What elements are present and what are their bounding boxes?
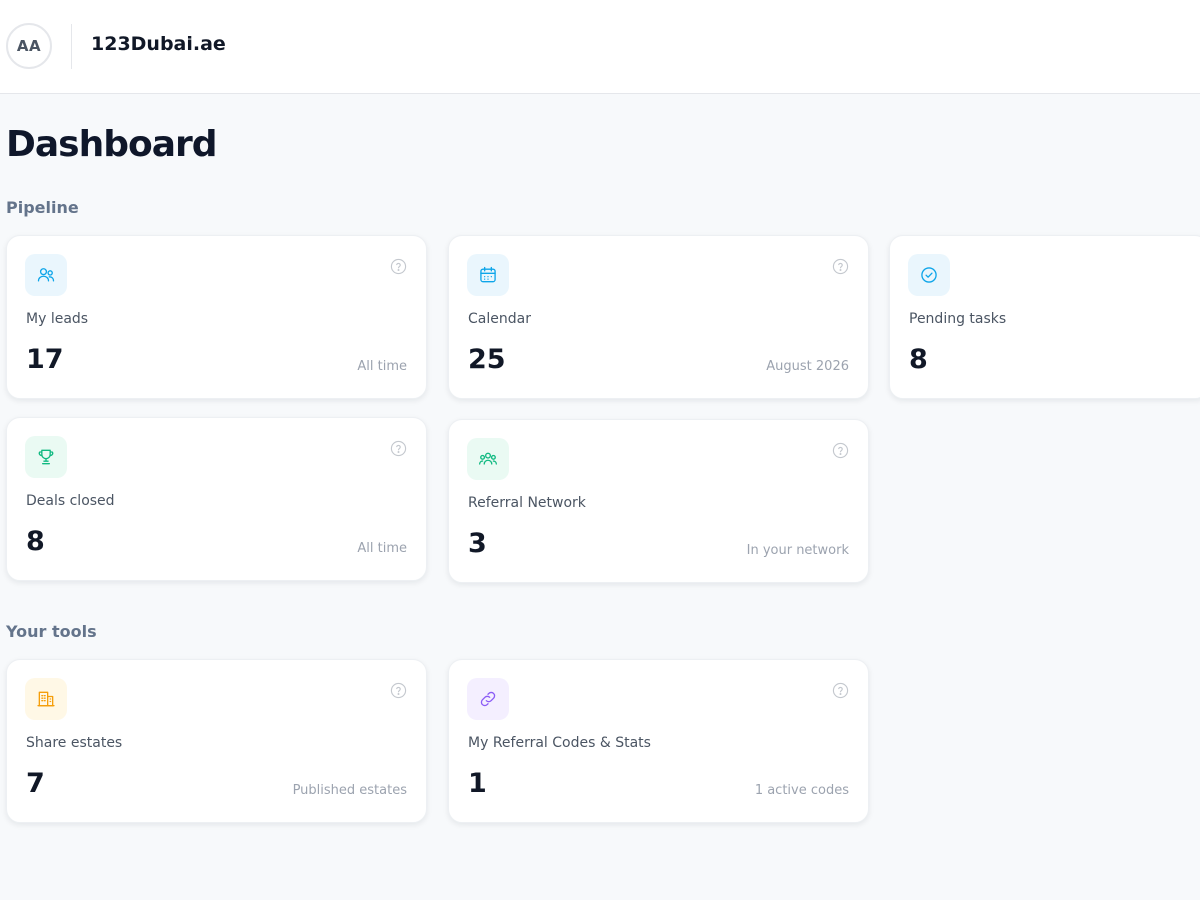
card-pending-tasks[interactable]: Pending tasks 8 bbox=[889, 235, 1200, 399]
card-value: 8 bbox=[26, 526, 45, 557]
help-icon[interactable] bbox=[832, 442, 849, 459]
card-subtitle: 1 active codes bbox=[754, 783, 849, 798]
calendar-icon bbox=[467, 254, 509, 296]
card-referral-network[interactable]: Referral Network 3 In your network bbox=[448, 419, 869, 583]
help-icon[interactable] bbox=[832, 682, 849, 699]
card-subtitle: All time bbox=[357, 359, 407, 374]
card-subtitle: All time bbox=[357, 541, 407, 556]
card-subtitle: Published estates bbox=[292, 783, 407, 798]
card-label: Deals closed bbox=[26, 493, 115, 509]
card-label: Referral Network bbox=[468, 495, 586, 511]
help-icon[interactable] bbox=[390, 258, 407, 275]
brand-name[interactable]: 123Dubai.ae bbox=[91, 33, 226, 55]
card-value: 3 bbox=[468, 528, 487, 559]
card-subtitle: August 2026 bbox=[766, 359, 849, 374]
users-icon bbox=[25, 254, 67, 296]
link-icon bbox=[467, 678, 509, 720]
trophy-icon bbox=[25, 436, 67, 478]
header-divider bbox=[71, 24, 72, 69]
card-value: 17 bbox=[26, 344, 64, 375]
check-circle-icon bbox=[908, 254, 950, 296]
card-value: 1 bbox=[468, 768, 487, 799]
card-label: Calendar bbox=[468, 311, 531, 327]
card-my-leads[interactable]: My leads 17 All time bbox=[6, 235, 427, 399]
section-title-your-tools: Your tools bbox=[6, 622, 97, 641]
card-calendar[interactable]: Calendar 25 August 2026 bbox=[448, 235, 869, 399]
card-label: Share estates bbox=[26, 735, 123, 751]
network-icon bbox=[467, 438, 509, 480]
help-icon[interactable] bbox=[390, 682, 407, 699]
card-value: 8 bbox=[909, 344, 928, 375]
building-icon bbox=[25, 678, 67, 720]
card-label: Pending tasks bbox=[909, 311, 1007, 327]
help-icon[interactable] bbox=[390, 440, 407, 457]
avatar-initials: AA bbox=[16, 37, 42, 55]
card-deals-closed[interactable]: Deals closed 8 All time bbox=[6, 417, 427, 581]
card-share-estates[interactable]: Share estates 7 Published estates bbox=[6, 659, 427, 823]
card-label: My Referral Codes & Stats bbox=[468, 735, 651, 751]
card-referral-codes[interactable]: My Referral Codes & Stats 1 1 active cod… bbox=[448, 659, 869, 823]
card-subtitle: In your network bbox=[746, 543, 849, 558]
card-value: 25 bbox=[468, 344, 506, 375]
section-title-pipeline: Pipeline bbox=[6, 198, 79, 217]
page-title: Dashboard bbox=[6, 124, 218, 165]
card-label: My leads bbox=[26, 311, 89, 327]
help-icon[interactable] bbox=[832, 258, 849, 275]
avatar[interactable]: AA bbox=[6, 23, 52, 69]
top-bar: AA 123Dubai.ae bbox=[0, 0, 1200, 94]
card-value: 7 bbox=[26, 768, 45, 799]
